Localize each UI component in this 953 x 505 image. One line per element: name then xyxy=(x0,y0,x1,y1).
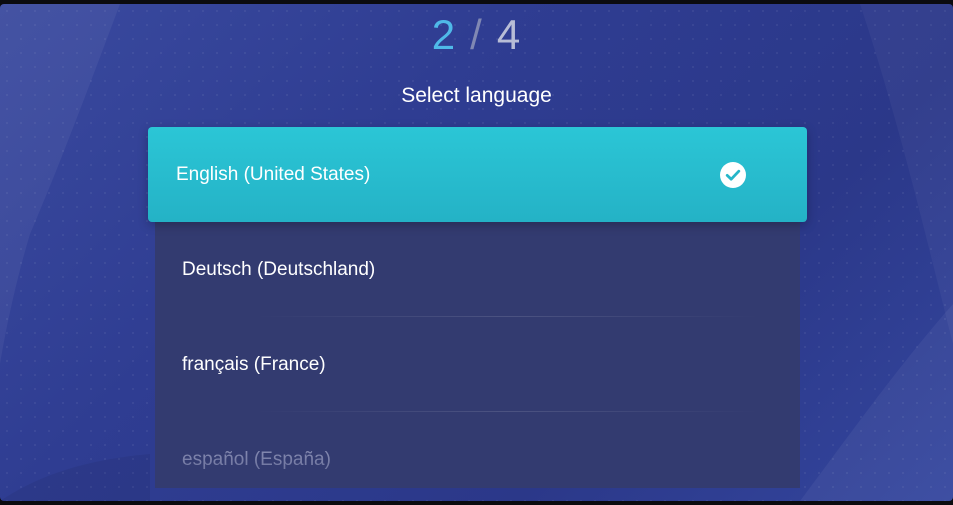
language-option-selected[interactable]: English (United States) xyxy=(148,127,807,222)
check-circle-icon xyxy=(720,162,746,188)
language-option-label: español (España) xyxy=(182,448,331,470)
language-option-label: Deutsch (Deutschland) xyxy=(182,258,376,280)
language-option-label: français (France) xyxy=(182,353,326,375)
step-separator: / xyxy=(470,11,483,58)
language-option-espanol[interactable]: español (España) xyxy=(155,412,800,488)
step-current: 2 xyxy=(431,11,457,58)
page-title: Select language xyxy=(401,84,552,107)
language-option-deutsch[interactable]: Deutsch (Deutschland) xyxy=(155,222,800,317)
step-total: 4 xyxy=(496,11,522,58)
selected-language-label: English (United States) xyxy=(176,163,371,185)
step-indicator: 2 / 4 xyxy=(0,10,953,60)
setup-screen: 2 / 4 Select language Deutsch (Deutschland… xyxy=(0,0,953,505)
language-list[interactable]: Deutsch (Deutschland) français (France) … xyxy=(155,222,800,488)
language-option-francais[interactable]: français (France) xyxy=(155,317,800,412)
